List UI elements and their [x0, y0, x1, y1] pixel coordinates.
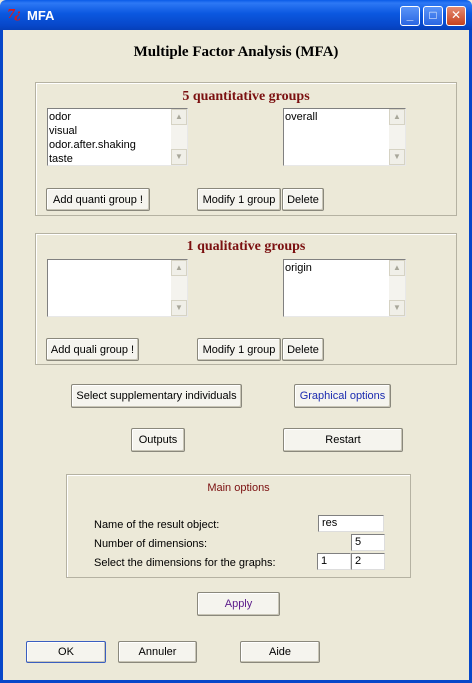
r-app-icon: 7¿	[7, 7, 21, 21]
scroll-up-icon[interactable]: ▲	[389, 260, 405, 276]
graph-dim1-input[interactable]: 1	[317, 553, 351, 570]
outputs-button[interactable]: Outputs	[131, 428, 185, 452]
quanti-groups-listbox[interactable]: overall ▲ ▼	[283, 108, 406, 166]
list-item[interactable]: odor	[49, 110, 170, 124]
scroll-down-icon[interactable]: ▼	[171, 300, 187, 316]
result-name-input[interactable]: res	[318, 515, 384, 532]
close-button[interactable]: ✕	[446, 6, 466, 26]
quanti-variables-list: odor visual odor.after.shaking taste	[49, 110, 170, 165]
graph-dims-label: Select the dimensions for the graphs:	[94, 557, 276, 569]
quantitative-groups-panel: 5 quantitative groups odor visual odor.aft…	[35, 82, 457, 216]
help-button[interactable]: Aide	[240, 641, 320, 663]
scroll-up-icon[interactable]: ▲	[389, 109, 405, 125]
scrollbar[interactable]: ▲ ▼	[171, 260, 187, 316]
graphical-options-button[interactable]: Graphical options	[294, 384, 391, 408]
quanti-groups-list: overall	[285, 110, 388, 124]
qualitative-groups-panel: 1 qualitative groups ▲ ▼ origin ▲ ▼ Add …	[35, 233, 457, 365]
maximize-button[interactable]: □	[423, 6, 443, 26]
delete-quali-group-button[interactable]: Delete	[282, 338, 324, 361]
quali-groups-list: origin	[285, 261, 388, 275]
scroll-up-icon[interactable]: ▲	[171, 109, 187, 125]
qualitative-groups-title: 1 qualitative groups	[186, 239, 306, 254]
restart-button[interactable]: Restart	[283, 428, 403, 452]
list-item[interactable]: odor.after.shaking	[49, 138, 170, 152]
ndim-input[interactable]: 5	[351, 534, 385, 551]
main-options-title: Main options	[207, 482, 270, 494]
scroll-down-icon[interactable]: ▼	[389, 149, 405, 165]
page-title: Multiple Factor Analysis (MFA)	[133, 44, 339, 60]
minimize-button[interactable]: _	[400, 6, 420, 26]
quali-groups-listbox[interactable]: origin ▲ ▼	[283, 259, 406, 317]
list-item[interactable]: origin	[285, 261, 388, 275]
result-name-label: Name of the result object:	[94, 519, 220, 531]
window-frame-left	[0, 30, 3, 683]
delete-quanti-group-button[interactable]: Delete	[282, 188, 324, 211]
list-item[interactable]: taste	[49, 152, 170, 165]
list-item[interactable]: overall	[285, 110, 388, 124]
quantitative-groups-title: 5 quantitative groups	[182, 89, 310, 104]
ok-button[interactable]: OK	[26, 641, 106, 663]
main-options-panel: Main options Name of the result object: …	[66, 474, 411, 578]
add-quali-group-button[interactable]: Add quali group !	[46, 338, 139, 361]
ndim-label: Number of dimensions:	[94, 538, 208, 550]
select-supplementary-individuals-button[interactable]: Select supplementary individuals	[71, 384, 242, 408]
graph-dim2-input[interactable]: 2	[351, 553, 385, 570]
modify-quali-group-button[interactable]: Modify 1 group	[197, 338, 281, 361]
apply-button[interactable]: Apply	[197, 592, 280, 616]
cancel-button[interactable]: Annuler	[118, 641, 197, 663]
quanti-variables-listbox[interactable]: odor visual odor.after.shaking taste ▲ ▼	[47, 108, 188, 166]
scroll-down-icon[interactable]: ▼	[171, 149, 187, 165]
modify-quanti-group-button[interactable]: Modify 1 group	[197, 188, 281, 211]
scroll-down-icon[interactable]: ▼	[389, 300, 405, 316]
scroll-up-icon[interactable]: ▲	[171, 260, 187, 276]
window-titlebar[interactable]: 7¿ MFA _ □ ✕	[0, 0, 472, 30]
add-quanti-group-button[interactable]: Add quanti group !	[46, 188, 150, 211]
list-item[interactable]: visual	[49, 124, 170, 138]
scrollbar[interactable]: ▲ ▼	[389, 109, 405, 165]
quali-variables-listbox[interactable]: ▲ ▼	[47, 259, 188, 317]
scrollbar[interactable]: ▲ ▼	[389, 260, 405, 316]
scrollbar[interactable]: ▲ ▼	[171, 109, 187, 165]
window-title: MFA	[27, 8, 55, 23]
